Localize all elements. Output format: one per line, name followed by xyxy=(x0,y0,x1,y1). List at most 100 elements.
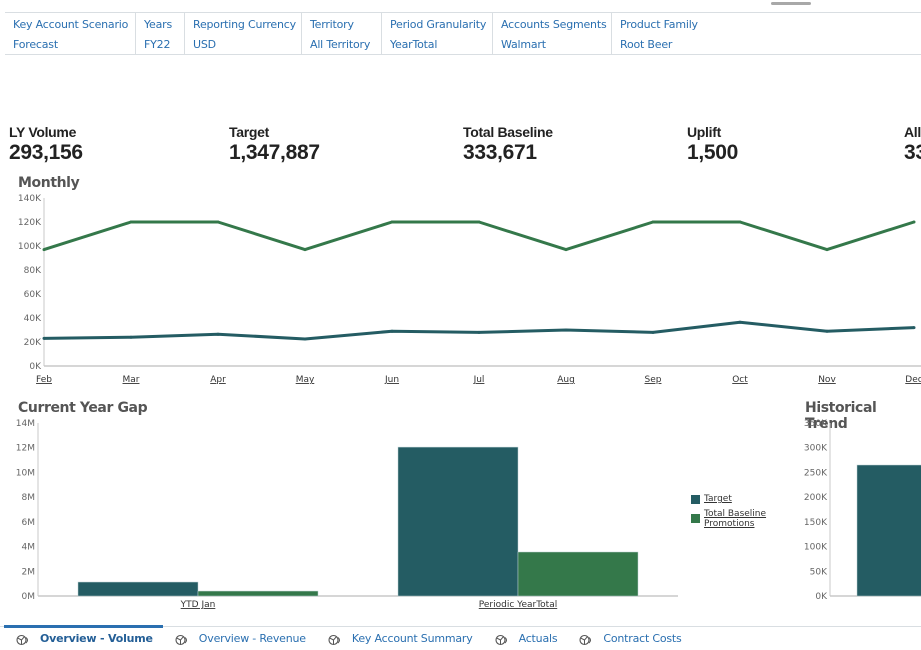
pov-value[interactable]: Root Beer xyxy=(620,38,724,51)
x-tick-label[interactable]: Jun xyxy=(384,375,399,385)
x-tick-label[interactable]: Periodic YearTotal xyxy=(479,600,557,610)
data-point[interactable] xyxy=(477,220,481,224)
line-series-target[interactable] xyxy=(43,220,915,252)
kpi-label: Uplift xyxy=(687,124,721,140)
data-point[interactable] xyxy=(390,220,394,224)
drag-handle[interactable] xyxy=(771,2,811,5)
x-tick-label[interactable]: Oct xyxy=(732,375,748,385)
dashboard-icon xyxy=(579,633,593,645)
kpi-label: LY Volume xyxy=(9,124,77,140)
tab-label: Overview - Volume xyxy=(40,632,153,645)
pov-value[interactable]: FY22 xyxy=(144,38,176,51)
tab-actuals[interactable]: Actuals xyxy=(483,627,568,650)
kpi-total-baseline: Total Baseline 333,671 xyxy=(463,124,553,165)
bar-target[interactable] xyxy=(856,464,921,597)
pov-value[interactable]: Forecast xyxy=(13,38,127,51)
pov-accounts-segments[interactable]: Accounts Segments Walmart xyxy=(493,13,612,54)
pov-key-account-scenario[interactable]: Key Account Scenario Forecast xyxy=(5,13,136,54)
x-tick-label[interactable]: Feb xyxy=(36,375,52,385)
legend-item-target[interactable]: Target xyxy=(691,494,770,504)
kpi-label: Target xyxy=(229,124,269,140)
pov-years[interactable]: Years FY22 xyxy=(136,13,185,54)
kpi-uplift: Uplift 1,500 xyxy=(687,124,738,165)
y-tick-label: 2M xyxy=(22,567,36,577)
pov-territory[interactable]: Territory All Territory xyxy=(302,13,382,54)
data-point[interactable] xyxy=(303,248,307,252)
data-point[interactable] xyxy=(303,337,307,341)
data-point[interactable] xyxy=(42,248,46,252)
data-point[interactable] xyxy=(390,329,394,333)
y-tick-label: 0K xyxy=(29,362,42,372)
x-tick-label[interactable]: Nov xyxy=(818,375,836,385)
data-point[interactable] xyxy=(42,336,46,340)
pov-label: Product Family xyxy=(620,17,698,31)
pov-value[interactable]: USD xyxy=(193,38,293,51)
data-point[interactable] xyxy=(477,330,481,334)
legend-label[interactable]: Target xyxy=(704,494,732,504)
data-point[interactable] xyxy=(738,220,742,224)
y-tick-label: 0K xyxy=(815,592,828,602)
x-tick-label[interactable]: Apr xyxy=(210,375,226,385)
y-tick-label: 300K xyxy=(804,444,828,454)
tab-overview-revenue[interactable]: Overview - Revenue xyxy=(163,627,316,650)
y-tick-label: 120K xyxy=(18,218,42,228)
data-point[interactable] xyxy=(738,320,742,324)
data-point[interactable] xyxy=(825,248,829,252)
pov-label: Years xyxy=(144,17,173,31)
bar-total-baseline[interactable] xyxy=(517,551,639,597)
data-point[interactable] xyxy=(651,330,655,334)
dashboard-tabs: Overview - Volume Overview - Revenue Key A… xyxy=(0,625,921,650)
pov-period-granularity[interactable]: Period Granularity YearTotal xyxy=(382,13,493,54)
data-point[interactable] xyxy=(651,220,655,224)
tab-label: Overview - Revenue xyxy=(198,632,306,645)
monthly-chart-title: Monthly xyxy=(18,175,80,191)
kpi-value: 1,347,887 xyxy=(229,141,320,164)
line-series-total-baseline[interactable] xyxy=(43,320,915,341)
data-point[interactable] xyxy=(216,332,220,336)
y-tick-label: 40K xyxy=(24,314,42,324)
x-tick-label[interactable]: Aug xyxy=(557,375,575,385)
data-point[interactable] xyxy=(564,328,568,332)
y-tick-label: 200K xyxy=(804,493,828,503)
pov-label: Accounts Segments xyxy=(501,17,607,31)
bar-target[interactable] xyxy=(397,446,519,597)
data-point[interactable] xyxy=(129,220,133,224)
y-tick-label: 10M xyxy=(16,468,35,478)
y-tick-label: 100K xyxy=(18,242,42,252)
data-point[interactable] xyxy=(564,248,568,252)
x-tick-label[interactable]: Jul xyxy=(473,375,485,385)
kpi-all: All 33 xyxy=(904,124,921,165)
x-tick-label[interactable]: YTD Jan xyxy=(180,600,216,610)
pov-value[interactable]: All Territory xyxy=(310,38,373,51)
data-point[interactable] xyxy=(912,220,916,224)
x-tick-label[interactable]: Dec xyxy=(905,375,921,385)
pov-reporting-currency[interactable]: Reporting Currency USD xyxy=(185,13,302,54)
y-tick-label: 6M xyxy=(22,518,36,528)
bar-target[interactable] xyxy=(77,581,199,597)
pov-product-family[interactable]: Product Family Root Beer xyxy=(612,13,732,54)
kpi-target: Target 1,347,887 xyxy=(229,124,320,165)
pov-value[interactable]: YearTotal xyxy=(390,38,484,51)
x-tick-label[interactable]: Sep xyxy=(645,375,662,385)
kpi-value: 293,156 xyxy=(9,141,83,164)
bar-total-baseline[interactable] xyxy=(197,590,319,597)
pov-bar: Key Account Scenario Forecast Years FY22… xyxy=(5,12,921,55)
data-point[interactable] xyxy=(912,326,916,330)
tab-key-account-summary[interactable]: Key Account Summary xyxy=(316,627,483,650)
tab-overview-volume[interactable]: Overview - Volume xyxy=(4,625,163,650)
legend-label[interactable]: Total Baseline Promotions xyxy=(704,509,770,529)
kpi-value: 333,671 xyxy=(463,141,537,164)
x-tick-label[interactable]: Mar xyxy=(123,375,140,385)
pov-value[interactable]: Walmart xyxy=(501,38,603,51)
y-tick-label: 0M xyxy=(22,592,36,602)
data-point[interactable] xyxy=(825,329,829,333)
dashboard-icon xyxy=(495,633,509,645)
data-point[interactable] xyxy=(129,335,133,339)
tab-contract-costs[interactable]: Contract Costs xyxy=(567,627,691,650)
x-tick-label[interactable]: May xyxy=(296,375,315,385)
dashboard-icon xyxy=(16,633,30,645)
legend-item-total-baseline-promotions[interactable]: Total Baseline Promotions xyxy=(691,509,770,529)
data-point[interactable] xyxy=(216,220,220,224)
chart-legend: Target Total Baseline Promotions xyxy=(691,494,770,534)
y-tick-label: 100K xyxy=(804,543,828,553)
